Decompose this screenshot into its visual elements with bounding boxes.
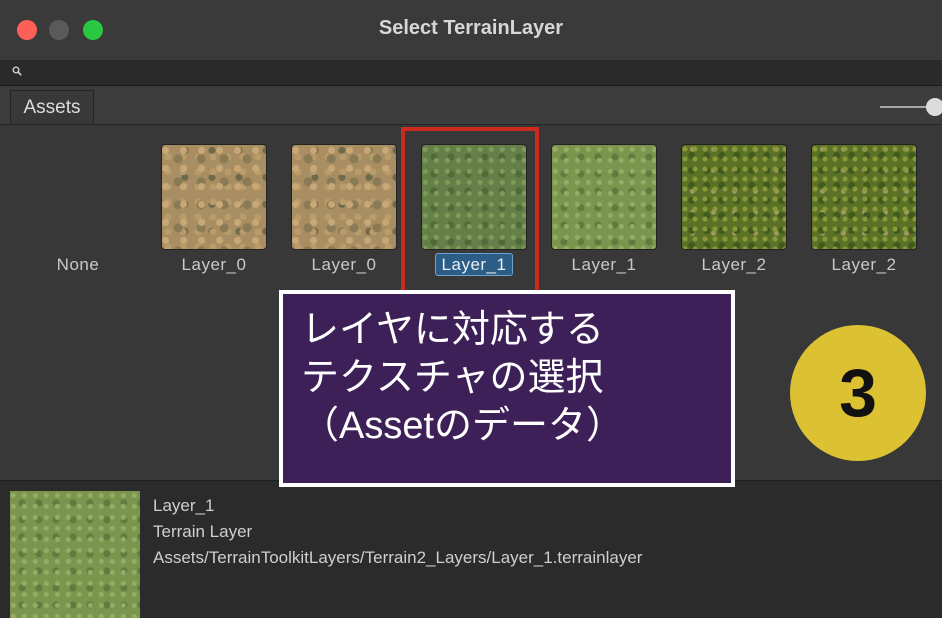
asset-label: Layer_2 [831, 255, 897, 274]
window-title: Select TerrainLayer [378, 17, 564, 39]
search-icon [12, 66, 22, 76]
annotation-line: レイヤに対応する [301, 309, 604, 351]
preview-name: Layer_1 [153, 496, 215, 515]
selection-highlight-box [401, 127, 539, 297]
tab-assets[interactable]: Assets [10, 90, 94, 124]
preview-thumbnail [10, 491, 140, 618]
search-input[interactable] [0, 61, 942, 86]
title-bar: Select TerrainLayer [0, 0, 942, 61]
asset-label: Layer_0 [181, 255, 247, 274]
asset-label: Layer_2 [701, 255, 767, 274]
asset-thumbnail [292, 145, 396, 249]
preview-panel: Layer_1 Terrain Layer Assets/TerrainTool… [0, 480, 942, 618]
asset-label: Layer_1 [571, 255, 637, 274]
asset-thumbnail [682, 145, 786, 249]
asset-thumbnail [552, 145, 656, 249]
preview-path: Assets/TerrainToolkitLayers/Terrain2_Lay… [153, 548, 643, 567]
asset-thumbnail [162, 145, 266, 249]
tab-row: Assets [0, 86, 942, 125]
slider-knob[interactable] [926, 98, 942, 116]
annotation-line: テクスチャの選択 [301, 357, 604, 399]
annotation-line: （Assetのデータ） [301, 405, 625, 447]
step-number-badge: 3 [790, 325, 926, 461]
asset-label: Layer_0 [311, 255, 377, 274]
asset-label: None [56, 255, 100, 274]
preview-type: Terrain Layer [153, 522, 253, 541]
annotation-callout: レイヤに対応する テクスチャの選択 （Assetのデータ） [279, 290, 735, 487]
asset-thumbnail [812, 145, 916, 249]
